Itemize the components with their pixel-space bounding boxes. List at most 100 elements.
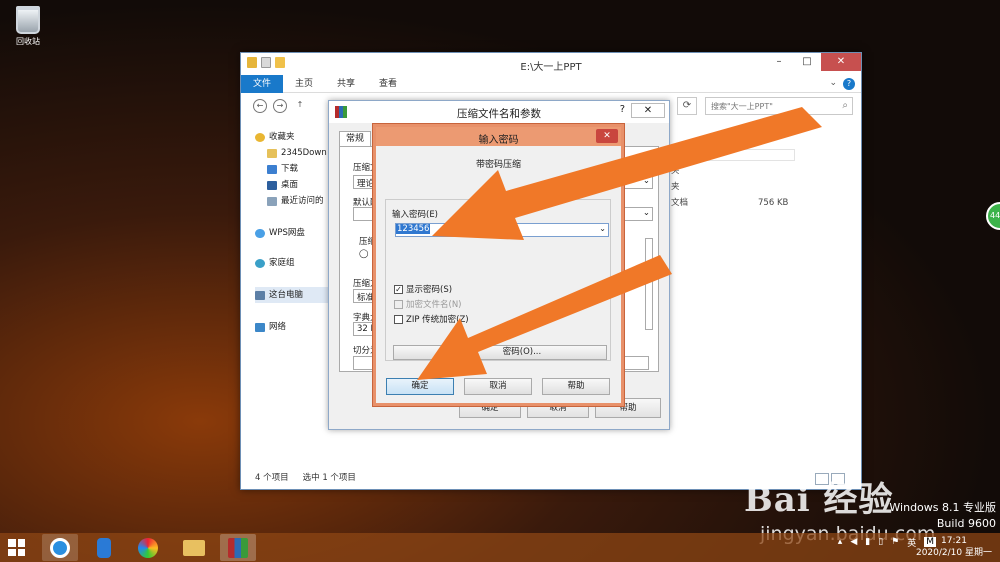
help-icon[interactable]: ? (843, 78, 855, 90)
taskbar-app-winrar[interactable] (220, 534, 256, 561)
forward-button[interactable]: → (273, 99, 287, 113)
clock[interactable]: 17:21 2020/2/10 星期一 (916, 535, 992, 559)
status-bar: 4 个项目 选中 1 个项目 (255, 471, 356, 483)
search-input[interactable]: 搜索"大一上PPT" ⌕ (705, 97, 853, 115)
options-frame (645, 238, 653, 330)
help-icon[interactable]: ? (620, 104, 625, 115)
chevron-down-icon[interactable]: ⌄ (599, 224, 606, 233)
chevron-down-icon: ⌄ (642, 208, 650, 218)
close-button[interactable]: ✕ (596, 129, 618, 143)
password-input[interactable]: 123456 ⌄ (395, 223, 609, 237)
folder-icon (267, 148, 277, 158)
ribbon-tabs: 文件 主页 共享 查看 ⌄ ? (241, 74, 861, 93)
power-icon[interactable]: ▯ (878, 537, 883, 547)
file-list: 夹 夹 文档 756 KB (671, 163, 788, 211)
recent-icon (267, 196, 277, 206)
close-button[interactable]: ✕ (821, 53, 861, 71)
column-header[interactable] (679, 149, 795, 161)
clock-date: 2020/2/10 星期一 (915, 548, 992, 558)
chevron-down-icon: ⌄ (642, 176, 650, 186)
zip-legacy-checkbox[interactable]: ZIP 传统加密(Z) (394, 313, 469, 325)
status-item-count: 4 个项目 (255, 473, 289, 483)
tab-share[interactable]: 共享 (325, 75, 367, 93)
password-value: 123456 (396, 224, 431, 234)
homegroup-icon (255, 258, 265, 268)
taskbar-app-colorful[interactable] (130, 534, 166, 561)
encrypt-filenames-checkbox[interactable]: 加密文件名(N) (394, 298, 462, 310)
computer-icon (255, 290, 265, 300)
nav-item-recent[interactable]: 最近访问的 (255, 193, 331, 209)
password-dialog: 输入密码 ✕ 带密码压缩 输入密码(E) 123456 ⌄ ✓ 显示密码(S) … (373, 124, 624, 406)
maximize-button[interactable]: □ (793, 53, 821, 71)
nav-item-network[interactable]: 网络 (255, 319, 331, 335)
cloud-icon (255, 228, 265, 238)
refresh-icon[interactable]: ⟳ (677, 97, 697, 115)
minimize-button[interactable]: – (765, 53, 793, 71)
folder-icon (183, 539, 205, 556)
flag-icon[interactable]: ⚑ (891, 537, 899, 547)
archive-dialog-titlebar: 压缩文件名和参数 ? ✕ (329, 101, 669, 123)
navigation-pane: 收藏夹 2345Down 下载 桌面 最近访问的 WPS网盘 家庭组 这台电脑 … (255, 129, 331, 335)
status-selected: 选中 1 个项目 (302, 473, 356, 483)
list-item[interactable]: 文档 756 KB (671, 195, 788, 211)
nav-item-this-pc[interactable]: 这台电脑 (255, 287, 331, 303)
taskbar: ▴ ◀ ▮ ▯ ⚑ 英 M 17:21 2020/2/10 星期一 (0, 533, 1000, 562)
password-dialog-subtitle: 带密码压缩 (475, 160, 521, 170)
tab-file[interactable]: 文件 (241, 74, 284, 93)
chevron-down-icon[interactable]: ⌄ (829, 78, 837, 88)
cancel-button[interactable]: 取消 (464, 378, 532, 395)
password-dialog-titlebar: 输入密码 ✕ (376, 127, 621, 146)
archive-dialog-title: 压缩文件名和参数 (457, 108, 541, 120)
file-size: 756 KB (758, 198, 789, 208)
nav-item-desktop[interactable]: 桌面 (255, 177, 331, 193)
tab-home[interactable]: 主页 (283, 75, 325, 93)
method-field[interactable]: 标准 (353, 289, 375, 303)
tab-general[interactable]: 常规 (339, 131, 371, 147)
list-item[interactable]: 夹 (671, 179, 788, 195)
recycle-bin-icon[interactable]: 回收站 (8, 6, 48, 47)
ok-button[interactable]: 确定 (386, 378, 454, 395)
close-button[interactable]: ✕ (631, 103, 665, 118)
help-button[interactable]: 帮助 (542, 378, 610, 395)
nav-item-wps[interactable]: WPS网盘 (255, 225, 331, 241)
dictionary-field[interactable]: 32 KB (353, 322, 375, 336)
ime-lang[interactable]: 英 (907, 536, 916, 549)
trash-icon (16, 6, 40, 34)
list-item[interactable]: 夹 (671, 163, 788, 179)
nav-item-downloads[interactable]: 下载 (255, 161, 331, 177)
nav-item-2345down[interactable]: 2345Down (255, 145, 331, 161)
taskbar-app-browser[interactable] (42, 534, 78, 561)
network-icon (255, 322, 265, 332)
os-info: Windows 8.1 专业版 Build 9600 (889, 500, 996, 532)
search-icon: ⌕ (842, 100, 848, 111)
network-icon[interactable]: ▮ (865, 537, 870, 547)
password-dialog-title: 输入密码 (478, 135, 519, 146)
os-build: Build 9600 (936, 517, 996, 530)
password-label: 输入密码(E) (392, 210, 439, 220)
search-placeholder: 搜索"大一上PPT" (711, 102, 773, 111)
tab-view[interactable]: 查看 (367, 75, 409, 93)
browser-icon (50, 537, 70, 558)
os-edition: Windows 8.1 专业版 (889, 501, 996, 514)
nav-item-favorites[interactable]: 收藏夹 (255, 129, 331, 145)
floating-badge[interactable]: 44 (986, 202, 1000, 230)
winrar-icon (228, 537, 248, 558)
show-password-checkbox[interactable]: ✓ 显示密码(S) (394, 283, 452, 295)
app-icon (138, 537, 158, 558)
nav-item-homegroup[interactable]: 家庭组 (255, 255, 331, 271)
up-button[interactable]: ↑ (293, 99, 307, 113)
phone-icon (97, 537, 111, 558)
explorer-titlebar: E:\大一上PPT – □ ✕ (241, 53, 861, 75)
chevron-up-icon[interactable]: ▴ (838, 537, 843, 547)
taskbar-app-explorer[interactable] (176, 534, 212, 561)
windows-start-icon[interactable] (8, 539, 25, 556)
set-password-button[interactable]: 密码(O)... (393, 345, 607, 360)
back-button[interactable]: ← (253, 99, 267, 113)
download-icon (267, 164, 277, 174)
taskbar-app-phone[interactable] (86, 534, 122, 561)
volume-icon[interactable]: ◀ (850, 537, 857, 547)
checkmark-icon: ✓ (394, 284, 403, 294)
star-icon (255, 132, 265, 142)
clock-time: 17:21 (941, 536, 967, 546)
recycle-bin-label: 回收站 (16, 37, 40, 46)
